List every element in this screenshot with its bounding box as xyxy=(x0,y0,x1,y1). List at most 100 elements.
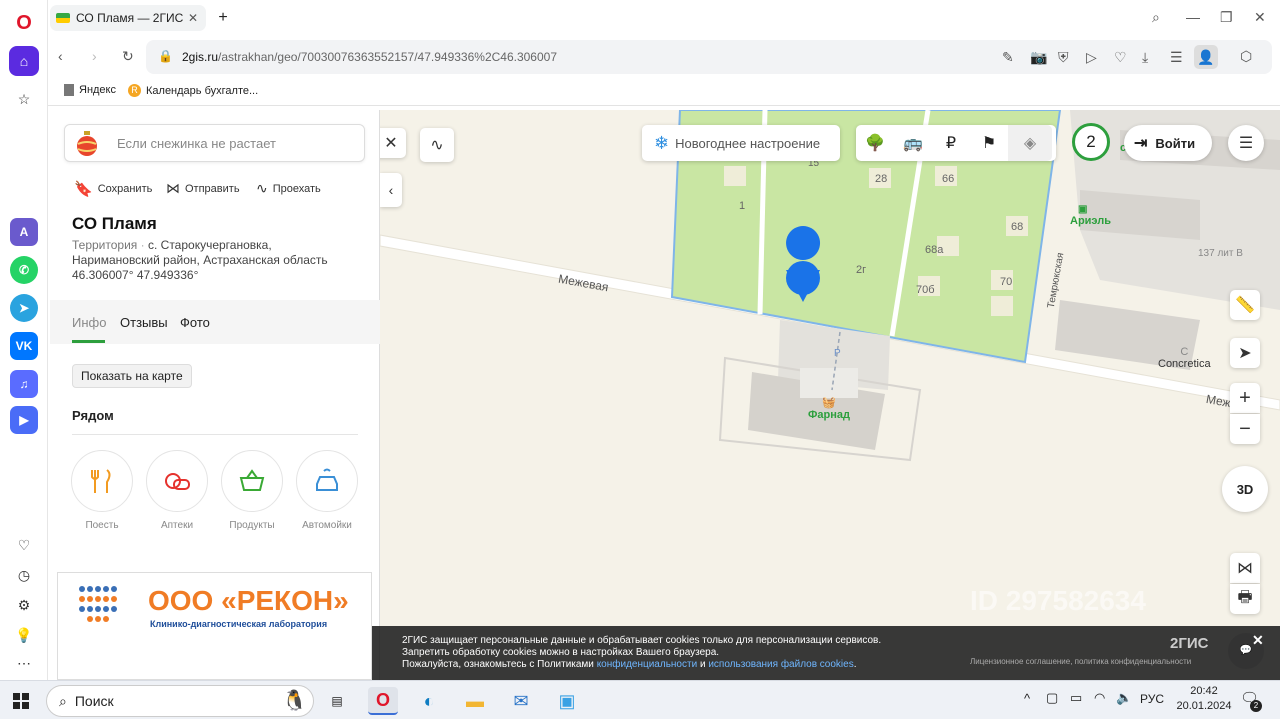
share-button[interactable]: ⋈ Отправить xyxy=(166,180,240,197)
nearby-food[interactable]: Поесть xyxy=(70,450,134,531)
new-year-counter-badge[interactable]: 2 xyxy=(1072,123,1110,161)
cookie-line-1: 2ГИС защищает персональные данные и обра… xyxy=(402,635,882,646)
file-explorer-icon[interactable]: ▬ xyxy=(460,687,490,715)
camera-icon[interactable]: 📷 xyxy=(1030,49,1047,66)
tab-photos[interactable]: Фото xyxy=(180,315,210,330)
tab-title: СО Пламя — 2ГИС xyxy=(76,11,184,25)
extensions-cube-icon[interactable]: ⬡ xyxy=(1240,48,1252,65)
lock-icon[interactable]: 🔒 xyxy=(158,49,173,63)
zoom-in-button[interactable]: + xyxy=(1230,383,1260,413)
bookmark-calendar[interactable]: R Календарь бухгалте... xyxy=(128,84,258,97)
url-field[interactable]: 🔒 2gis.ru/astrakhan/geo/7003007636355215… xyxy=(146,40,1272,74)
history-icon[interactable]: ◷ xyxy=(9,560,39,590)
map-area[interactable]: Межевая Темрюкская Меж 15 28 66 1 68 68а… xyxy=(380,110,1280,680)
share-map-icon[interactable]: ⋈ xyxy=(1230,553,1260,583)
clock[interactable]: 20:42 20.01.2024 xyxy=(1176,684,1232,714)
whatsapp-icon[interactable]: ✆ xyxy=(10,256,38,284)
ruble-icon[interactable]: ₽ xyxy=(932,133,970,153)
close-cookie-icon[interactable]: ✕ xyxy=(1252,633,1264,647)
search-input[interactable]: Если снежинка не растает xyxy=(64,124,365,162)
more-icon[interactable]: ⋯ xyxy=(9,648,39,678)
ad-banner[interactable]: ООО «РЕКОН» Клинико-диагностическая лабо… xyxy=(57,572,372,680)
zoom-out-button[interactable]: − xyxy=(1230,414,1260,444)
show-on-map-button[interactable]: Показать на карте xyxy=(72,364,192,388)
settings-gear-icon[interactable]: ⚙ xyxy=(9,590,39,620)
language-indicator[interactable]: РУС xyxy=(1140,692,1164,706)
opera-logo-icon[interactable]: O xyxy=(9,8,39,38)
volume-icon[interactable]: 🔈 xyxy=(1116,690,1132,706)
close-panel-icon[interactable]: ✕ xyxy=(380,128,406,158)
home-icon[interactable]: ⌂ xyxy=(9,46,39,76)
tab-search-icon[interactable]: ⌕ xyxy=(1152,9,1160,26)
menu-icon[interactable]: ☰ xyxy=(1228,125,1264,161)
tree-icon[interactable]: 🌳 xyxy=(856,133,894,153)
music-player-icon[interactable]: ♫ xyxy=(10,370,38,398)
battery-icon[interactable]: ▭ xyxy=(1070,690,1082,706)
dot-separator: · xyxy=(140,238,148,252)
tray-chevron-icon[interactable]: ^ xyxy=(1024,691,1030,706)
new-tab-icon[interactable]: + xyxy=(214,9,232,27)
easy-setup-icon[interactable]: ☰ xyxy=(1170,49,1183,66)
christmas-ornament-icon xyxy=(75,130,99,158)
close-window-icon[interactable]: ✕ xyxy=(1254,9,1266,26)
play-icon[interactable]: ▷ xyxy=(1086,49,1097,66)
restore-icon[interactable]: ❐ xyxy=(1220,9,1233,26)
2gis-brand: 2ГИС xyxy=(1170,635,1209,652)
app-icon[interactable]: ▣ xyxy=(552,687,582,715)
reload-icon[interactable]: ↻ xyxy=(122,48,134,65)
profile-icon[interactable]: 👤 xyxy=(1194,45,1218,69)
tray-app-icon[interactable]: ▢ xyxy=(1046,690,1058,706)
login-button[interactable]: ⇥ Войти xyxy=(1124,125,1212,161)
cookies-policy-link[interactable]: использования файлов cookies xyxy=(708,659,853,670)
bus-icon[interactable]: 🚌 xyxy=(894,133,932,153)
save-button[interactable]: 🔖 Сохранить xyxy=(74,180,152,198)
heart-icon[interactable]: ♡ xyxy=(9,530,39,560)
player-icon[interactable]: ▶ xyxy=(10,406,38,434)
nearby-pharmacy[interactable]: Аптеки xyxy=(145,450,209,531)
poi-label[interactable]: ▣ Ариэль xyxy=(1070,204,1111,227)
route-icon[interactable]: ∿ xyxy=(420,128,454,162)
aria-app-icon[interactable]: A xyxy=(10,218,38,246)
star-icon[interactable]: ☆ xyxy=(9,84,39,114)
layers-icon[interactable]: ◈ xyxy=(1008,125,1052,161)
new-year-mood-button[interactable]: ❄ Новогоднее настроение xyxy=(642,125,840,161)
poi-concretica-label: Concretica xyxy=(1158,358,1211,370)
mail-icon[interactable]: ✉ xyxy=(506,687,536,715)
route-button[interactable]: ∿ Проехать xyxy=(256,180,321,197)
tab-info[interactable]: Инфо xyxy=(72,315,106,330)
browser-tab[interactable]: СО Пламя — 2ГИС ✕ xyxy=(50,5,206,31)
ruler-icon[interactable]: 📏 xyxy=(1230,290,1260,320)
minimize-icon[interactable]: — xyxy=(1186,9,1200,25)
bulb-icon[interactable]: 💡 xyxy=(9,620,39,650)
edge-icon[interactable]: ◐ xyxy=(414,687,444,715)
nearby-carwash[interactable]: Автомойки xyxy=(295,450,359,531)
poi-concretica[interactable]: C Concretica xyxy=(1158,346,1211,370)
shield-icon[interactable]: ⛨ xyxy=(1058,49,1069,66)
pin-head xyxy=(786,261,820,295)
signpost-icon[interactable]: ⚑ xyxy=(970,133,1008,153)
telegram-icon[interactable]: ➤ xyxy=(10,294,38,322)
vk-icon[interactable]: VK xyxy=(10,332,38,360)
collapse-panel-icon[interactable]: ‹ xyxy=(380,173,402,207)
edit-icon[interactable]: ✎ xyxy=(1002,49,1014,66)
forward-icon[interactable]: › xyxy=(92,48,97,64)
poi-farnad[interactable]: 🧺 Фарнад xyxy=(808,396,850,421)
taskbar-search[interactable]: ⌕ Поиск 🐧 xyxy=(46,685,314,717)
bookmark-yandex[interactable]: Яндекс xyxy=(64,84,116,96)
heart-bookmark-icon[interactable]: ♡ xyxy=(1114,49,1127,66)
tab-reviews[interactable]: Отзывы xyxy=(120,315,168,330)
opera-taskbar-icon[interactable]: O xyxy=(368,687,398,715)
task-view-icon[interactable]: ▤ xyxy=(322,687,352,715)
close-tab-icon[interactable]: ✕ xyxy=(188,11,198,25)
route-label: Проехать xyxy=(272,182,321,195)
back-icon[interactable]: ‹ xyxy=(58,48,63,64)
privacy-link[interactable]: конфиденциальности xyxy=(597,659,697,670)
my-location-icon[interactable]: ➤ xyxy=(1230,338,1260,368)
print-icon[interactable]: 🖶 xyxy=(1230,584,1260,614)
tab-info-label: Инфо xyxy=(72,315,107,330)
windows-start-icon[interactable] xyxy=(6,687,36,715)
wifi-icon[interactable]: ◠ xyxy=(1094,690,1105,706)
3d-compass-button[interactable]: 3D xyxy=(1222,466,1268,512)
nearby-groceries[interactable]: Продукты xyxy=(220,450,284,531)
download-icon[interactable]: ⤓ xyxy=(1142,49,1148,66)
